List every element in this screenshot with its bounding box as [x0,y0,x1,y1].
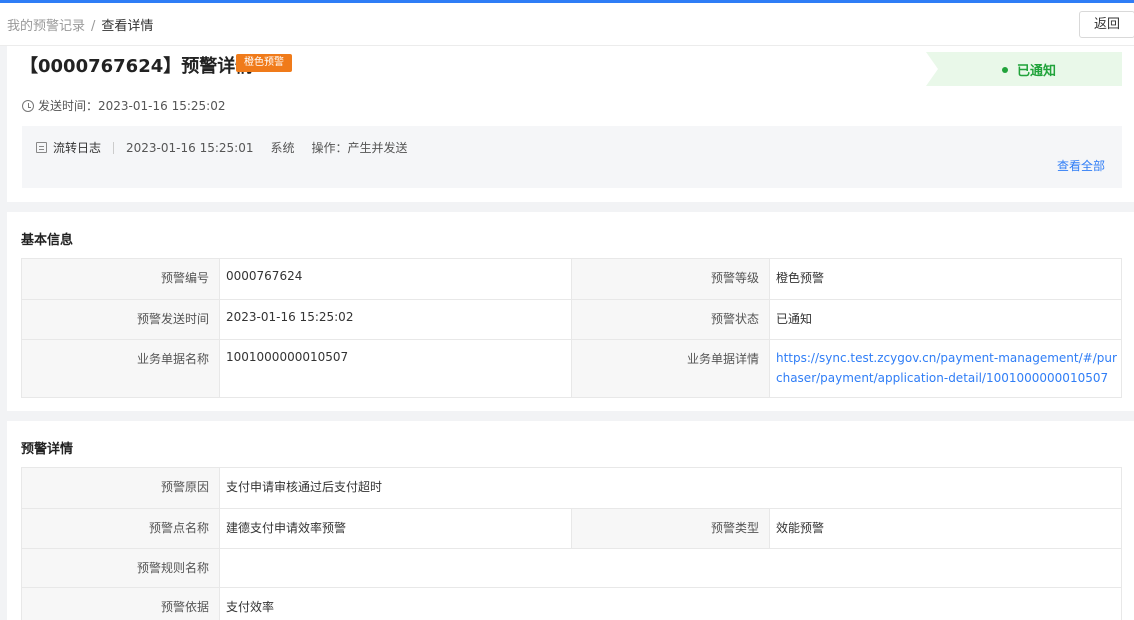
basic-info-title: 基本信息 [21,233,74,248]
level-badge: 橙色预警 [236,54,292,72]
level-label: 预警等级 [572,259,770,299]
send-time-value: 2023-01-16 15:25:02 [98,99,226,113]
doc-detail-label: 业务单据详情 [572,340,770,397]
basic-info-table: 预警编号 0000767624 预警等级 橙色预警 预警发送时间 2023-01… [21,258,1122,398]
alert-detail-title: 预警详情 [21,442,74,457]
flow-log-time: 2023-01-16 15:25:01 [126,141,254,155]
flow-log-action: 操作：产生并发送 [311,141,408,155]
flow-log-actor: 系统 [270,141,295,155]
breadcrumb: 我的预警记录 / 查看详情 [7,15,153,34]
reason-label: 预警原因 [22,468,220,508]
flow-log-entry: 流转日志 2023-01-16 15:25:01 系统 操作：产生并发送 [36,139,408,156]
clock-icon [22,100,34,112]
table-row: 预警原因 支付申请审核通过后支付超时 [22,468,1121,508]
log-icon [36,142,47,153]
doc-name-value: 1001000000010507 [220,340,572,397]
table-row: 业务单据名称 1001000000010507 业务单据详情 https://s… [22,339,1121,397]
alert-detail-table: 预警原因 支付申请审核通过后支付超时 预警点名称 建德支付申请效率预警 预警类型… [21,467,1122,620]
rule-value [220,549,1121,587]
alert-detail-card: 预警详情 预警原因 支付申请审核通过后支付超时 预警点名称 建德支付申请效率预警… [7,421,1134,620]
point-label: 预警点名称 [22,509,220,548]
point-value: 建德支付申请效率预警 [220,509,572,548]
send-time-label: 发送时间： [38,99,99,113]
basis-value: 支付效率 [226,600,275,614]
alert-summary-card: 【0000767624】预警详情 橙色预警 已通知 发送时间：2023-01-1… [7,46,1134,202]
flow-log-panel: 流转日志 2023-01-16 15:25:01 系统 操作：产生并发送 查看全部 [22,126,1122,188]
send-time-field-label: 预警发送时间 [22,300,220,339]
table-row: 预警规则名称 [22,548,1121,587]
level-value: 橙色预警 [776,271,825,285]
status-field-label: 预警状态 [572,300,770,339]
reason-value: 支付申请审核通过后支付超时 [226,480,383,494]
doc-name-label: 业务单据名称 [22,340,220,397]
breadcrumb-current: 查看详情 [101,19,154,34]
table-row: 预警依据 支付效率 [22,587,1121,620]
type-value: 效能预警 [776,521,825,535]
table-row: 预警发送时间 2023-01-16 15:25:02 预警状态 已通知 [22,299,1121,339]
status-text: 已通知 [1017,64,1057,79]
basic-info-card: 基本信息 预警编号 0000767624 预警等级 橙色预警 预警发送时间 20… [7,212,1134,411]
alert-no-label: 预警编号 [22,259,220,299]
status-ribbon: 已通知 [926,52,1122,86]
status-dot-icon [1002,67,1008,73]
alert-no-value: 0000767624 [220,259,572,299]
flow-log-title: 流转日志 [53,141,102,155]
send-time: 发送时间：2023-01-16 15:25:02 [22,97,225,114]
status-field-value: 已通知 [776,312,813,326]
doc-detail-link[interactable]: https://sync.test.zcygov.cn/payment-mana… [770,340,1121,397]
back-button[interactable]: 返回 [1079,11,1134,38]
view-all-link[interactable]: 查看全部 [1057,157,1105,174]
type-label: 预警类型 [572,509,770,548]
rule-label: 预警规则名称 [22,549,220,587]
table-row: 预警编号 0000767624 预警等级 橙色预警 [22,259,1121,299]
send-time-field-value: 2023-01-16 15:25:02 [220,300,572,339]
breadcrumb-parent-link[interactable]: 我的预警记录 [7,19,85,34]
breadcrumb-separator: / [91,19,96,34]
page-header: 我的预警记录 / 查看详情 返回 [0,3,1134,46]
page-title: 【0000767624】预警详情 [20,56,254,77]
table-row: 预警点名称 建德支付申请效率预警 预警类型 效能预警 [22,508,1121,548]
log-divider [113,142,115,154]
basis-label: 预警依据 [22,588,220,620]
